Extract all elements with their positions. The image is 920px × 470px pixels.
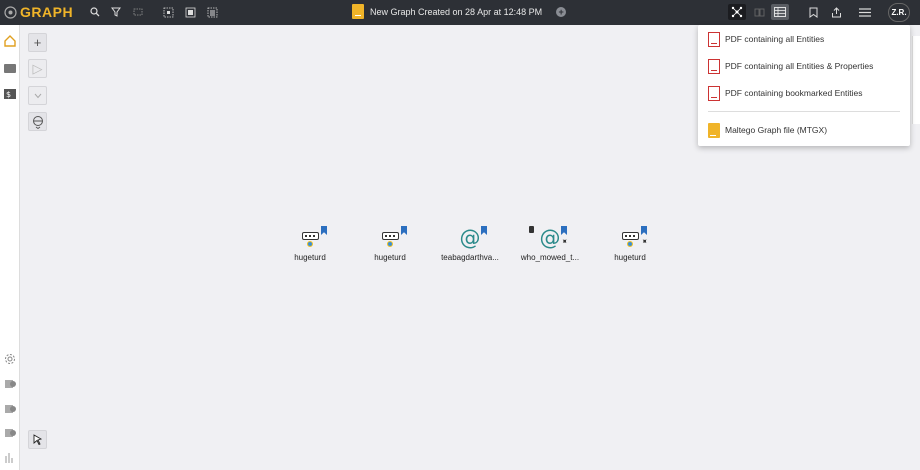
- pdf-icon: [708, 85, 720, 101]
- table-icon: [774, 7, 786, 17]
- export-pdf-all-entities[interactable]: PDF containing all Entities: [708, 30, 824, 48]
- book-icon: [754, 8, 764, 16]
- graph-view-button[interactable]: [728, 4, 746, 20]
- side-panel-edge: [912, 36, 920, 124]
- menu-divider: [708, 111, 900, 112]
- expand-button[interactable]: [28, 86, 47, 105]
- note-icon: [529, 226, 534, 233]
- transform-icon: $: [4, 89, 16, 99]
- run-transform-button[interactable]: ▷: [28, 59, 47, 78]
- hub-icon: [5, 405, 16, 413]
- entity-node[interactable]: ✦ hugeturd: [590, 226, 670, 262]
- folder-icon: [4, 64, 16, 73]
- chart-icon: [5, 453, 13, 463]
- hamburger-icon: [859, 7, 871, 17]
- svg-text:$: $: [6, 90, 11, 99]
- entity-label: hugeturd: [294, 253, 326, 262]
- menu-item-label: PDF containing bookmarked Entities: [725, 88, 863, 98]
- menu-item-label: Maltego Graph file (MTGX): [725, 125, 828, 135]
- hub-icon: [5, 429, 16, 437]
- book-view-button[interactable]: [752, 4, 766, 20]
- select-all-icon[interactable]: [161, 5, 175, 19]
- entity-label: hugeturd: [374, 253, 406, 262]
- entity-label: who_mowed_t...: [520, 253, 580, 262]
- hub-item-3[interactable]: [3, 426, 17, 440]
- bookmark-icon: [401, 226, 407, 235]
- entity-node[interactable]: hugeturd: [270, 226, 350, 262]
- email-icon: @: [455, 226, 487, 252]
- network-icon: [731, 6, 743, 18]
- entity-label: hugeturd: [614, 253, 646, 262]
- bookmark-icon: [321, 226, 327, 235]
- logo-text: GRAPH: [20, 4, 74, 20]
- logo-icon: [4, 5, 17, 19]
- pdf-icon: [708, 31, 720, 47]
- left-sidebar: $: [0, 25, 20, 470]
- select-frame-icon[interactable]: [183, 5, 197, 19]
- hub-icon: [5, 380, 16, 388]
- router-icon: [375, 226, 407, 252]
- entity-node[interactable]: hugeturd: [350, 226, 430, 262]
- transforms-button[interactable]: $: [3, 87, 17, 101]
- graph-file-icon: [352, 4, 364, 19]
- menu-item-label: PDF containing all Entities: [725, 34, 825, 44]
- entity-node[interactable]: @ ✦ who_mowed_t...: [510, 226, 590, 262]
- graph-title[interactable]: New Graph Created on 28 Apr at 12:48 PM: [370, 7, 542, 17]
- export-pdf-bookmarked[interactable]: PDF containing bookmarked Entities: [708, 84, 863, 102]
- router-icon: ✦: [615, 226, 650, 252]
- filter-icon[interactable]: [109, 5, 123, 19]
- user-avatar[interactable]: Z.R.: [888, 3, 910, 22]
- bookmark-icon: [641, 226, 647, 235]
- add-entity-button[interactable]: +: [28, 33, 47, 52]
- app-logo[interactable]: GRAPH: [4, 4, 73, 20]
- export-menu: PDF containing all Entities PDF containi…: [698, 25, 910, 146]
- export-pdf-entities-properties[interactable]: PDF containing all Entities & Properties: [708, 57, 873, 75]
- export-button[interactable]: [829, 5, 843, 19]
- graph-title-area: New Graph Created on 28 Apr at 12:48 PM …: [352, 4, 567, 19]
- entity-node[interactable]: @ teabagdarthva...: [430, 226, 510, 262]
- pointer-tool-button[interactable]: [28, 430, 47, 449]
- bookmark-button[interactable]: [806, 5, 820, 19]
- hub-item-1[interactable]: [3, 377, 17, 391]
- gear-icon: [5, 354, 15, 364]
- pdf-icon: [708, 58, 720, 74]
- hub-item-2[interactable]: [3, 402, 17, 416]
- new-tab-button[interactable]: +: [556, 6, 567, 17]
- cursor-icon: [33, 434, 42, 445]
- entity-label: teabagdarthva...: [441, 253, 499, 262]
- pin-icon: ✦: [639, 235, 651, 248]
- mtgx-file-icon: [708, 122, 720, 138]
- home-button[interactable]: [3, 34, 17, 48]
- search-icon[interactable]: [88, 5, 102, 19]
- table-view-button[interactable]: [771, 4, 789, 20]
- layout-icon: [32, 115, 43, 129]
- list-select-icon[interactable]: [205, 5, 219, 19]
- layout-button[interactable]: [28, 112, 47, 131]
- chevron-down-icon: [34, 93, 41, 98]
- home-icon: [4, 35, 16, 47]
- router-icon: [295, 226, 327, 252]
- share-icon: [831, 6, 841, 17]
- grid-icon[interactable]: [131, 5, 145, 19]
- bookmark-icon: [809, 7, 817, 18]
- export-mtgx[interactable]: Maltego Graph file (MTGX): [708, 121, 827, 139]
- top-bar: GRAPH New Graph Created on 28 Apr at 12:…: [0, 0, 920, 25]
- email-icon: @ ✦: [529, 226, 570, 252]
- entity-palette-button[interactable]: [3, 61, 17, 75]
- menu-button[interactable]: [858, 5, 872, 19]
- settings-button[interactable]: [3, 352, 17, 366]
- chart-button[interactable]: [3, 451, 17, 465]
- menu-item-label: PDF containing all Entities & Properties: [725, 61, 874, 71]
